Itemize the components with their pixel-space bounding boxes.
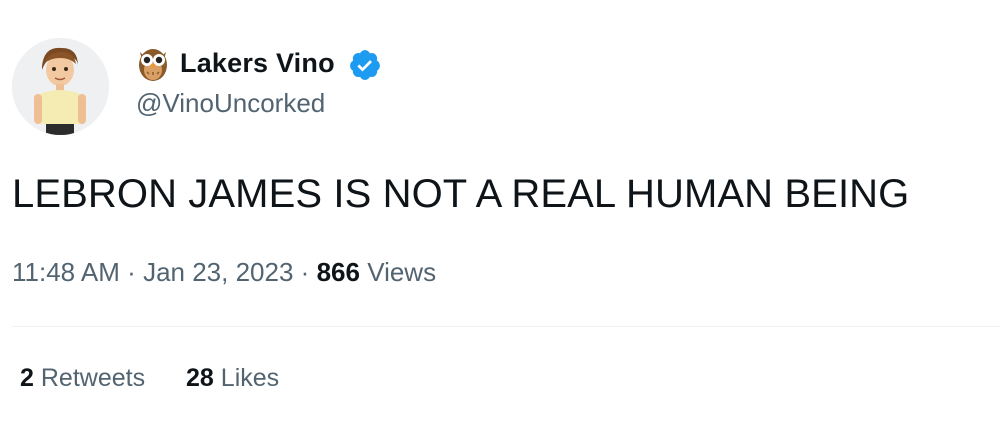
views-count: 866 (316, 257, 360, 287)
display-name[interactable]: Lakers Vino (180, 45, 335, 81)
tweet-date-link[interactable]: Jan 23, 2023 (143, 257, 293, 287)
retweets-link[interactable]: 2 Retweets (20, 361, 145, 395)
tweet-text: LEBRON JAMES IS NOT A REAL HUMAN BEING (12, 172, 910, 216)
divider (12, 326, 1000, 327)
views-label: Views (367, 257, 437, 287)
likes-label: Likes (220, 364, 280, 392)
cartoon-avatar-icon (12, 38, 109, 135)
tweet-card: Lakers Vino @VinoUncorked LEBRON JAMES I… (0, 0, 1000, 423)
retweets-count: 2 (20, 364, 34, 392)
owl-emoji-icon (139, 49, 167, 81)
verified-badge-icon (350, 50, 380, 80)
engagement-stats: 2 Retweets 28 Likes (20, 361, 313, 395)
retweets-label: Retweets (40, 364, 146, 392)
likes-count: 28 (186, 364, 214, 392)
meta-separator: · (127, 257, 136, 287)
user-handle[interactable]: @VinoUncorked (136, 86, 325, 120)
likes-link[interactable]: 28 Likes (186, 361, 279, 395)
tweet-meta: 11:48 AM · Jan 23, 2023 · 866 Views (12, 255, 436, 289)
meta-separator: · (300, 257, 310, 287)
user-avatar[interactable] (12, 38, 109, 135)
tweet-time-link[interactable]: 11:48 AM (12, 257, 120, 287)
